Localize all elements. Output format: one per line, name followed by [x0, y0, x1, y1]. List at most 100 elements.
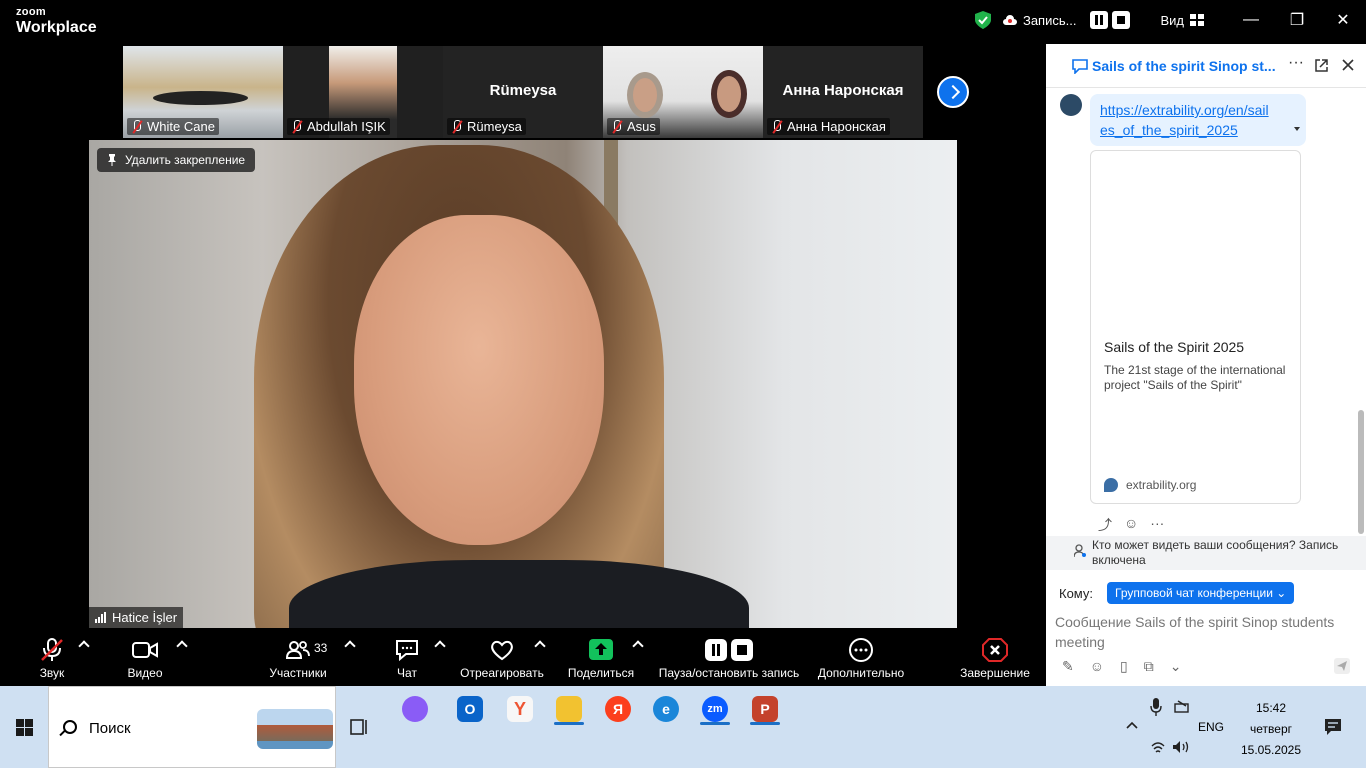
more-dots-icon: [849, 638, 873, 662]
muted-mic-icon: [451, 119, 463, 134]
speaker-name: Hatice İşler: [112, 610, 178, 625]
chat-title[interactable]: Sails of the spirit Sinop st...: [1092, 58, 1276, 74]
participant-big-name: Анна Наронская: [782, 82, 904, 99]
participant-strip: White Cane Abdullah IŞIK Rümeysa Rümeysa…: [123, 46, 923, 138]
chat-more-icon[interactable]: ···: [1288, 54, 1304, 72]
zoom-app-icon[interactable]: zm: [702, 696, 728, 722]
tray-expand-chevron-icon[interactable]: [1126, 721, 1138, 729]
yandex-icon[interactable]: Я: [605, 696, 631, 722]
more-actions-icon[interactable]: ···: [1150, 515, 1164, 535]
popout-icon[interactable]: [1314, 58, 1329, 73]
volume-icon[interactable]: [1172, 740, 1190, 754]
task-view-icon[interactable]: [350, 718, 370, 736]
encryption-shield-icon[interactable]: [974, 11, 991, 29]
powerpoint-icon[interactable]: P: [752, 696, 778, 722]
next-page-arrow-icon[interactable]: [937, 76, 969, 108]
recording-label: Запись...: [1022, 12, 1077, 28]
notifications-icon[interactable]: [1324, 718, 1342, 736]
grid-view-icon: [1190, 14, 1204, 26]
file-explorer-icon[interactable]: [556, 696, 582, 722]
chat-button[interactable]: Чат: [390, 628, 424, 686]
audio-options-caret-icon[interactable]: [78, 640, 90, 652]
pin-icon: [108, 154, 116, 166]
message-dropdown-icon[interactable]: [1294, 127, 1300, 131]
unpin-button[interactable]: Удалить закрепление: [97, 148, 256, 172]
video-options-caret-icon[interactable]: [176, 640, 188, 652]
participant-tile[interactable]: Анна Наронская Анна Наронская: [763, 46, 923, 138]
link-message[interactable]: https://extrability.org/en/sail es_of_th…: [1090, 94, 1306, 146]
stop-recording-button[interactable]: [1112, 11, 1131, 29]
view-menu-button[interactable]: Вид: [1160, 13, 1204, 28]
more-compose-caret-icon[interactable]: ⌄: [1170, 658, 1182, 675]
system-clock[interactable]: 15:42 четверг 15.05.2025: [1236, 698, 1306, 761]
chat-options-caret-icon[interactable]: [434, 640, 446, 652]
sender-avatar[interactable]: [1060, 94, 1082, 116]
participant-tile[interactable]: White Cane: [123, 46, 283, 138]
record-label: Пауза/остановить запись: [658, 666, 800, 680]
participant-tile[interactable]: Rümeysa Rümeysa: [443, 46, 603, 138]
participant-name-tag: Rümeysa: [447, 118, 526, 135]
muted-mic-icon: [611, 119, 623, 134]
site-logo-icon: [1104, 478, 1118, 492]
chat-scrollbar[interactable]: [1358, 410, 1364, 534]
end-meeting-button[interactable]: Завершение: [958, 628, 1032, 686]
language-indicator[interactable]: ENG: [1198, 720, 1224, 734]
windows-start-icon[interactable]: [16, 719, 33, 736]
participant-name-tag: Asus: [607, 118, 660, 135]
meeting-toolbar: Звук Видео Участники 33 Чат Отреагироват…: [0, 628, 1046, 686]
participants-options-caret-icon[interactable]: [344, 640, 356, 652]
alice-assistant-icon[interactable]: [402, 696, 428, 722]
pause-stop-recording-button[interactable]: Пауза/остановить запись: [656, 628, 802, 686]
search-icon: [63, 720, 77, 734]
participants-button[interactable]: Участники: [266, 628, 330, 686]
message-input[interactable]: Сообщение Sails of the spirit Sinop stud…: [1055, 612, 1360, 652]
maximize-button[interactable]: ❐: [1274, 0, 1320, 40]
file-icon[interactable]: ▯: [1120, 658, 1128, 675]
close-chat-icon[interactable]: [1342, 59, 1354, 71]
search-highlight-image: [257, 709, 333, 749]
powerpoint-running-indicator: [750, 722, 780, 725]
screenshot-icon[interactable]: ⧉: [1144, 658, 1154, 675]
clock-time: 15:42: [1255, 701, 1287, 715]
active-speaker-video[interactable]: [89, 140, 957, 628]
muted-mic-icon: [291, 119, 303, 134]
pause-recording-button[interactable]: [1090, 11, 1109, 29]
send-icon[interactable]: [1334, 658, 1350, 674]
participant-tile[interactable]: Asus: [603, 46, 763, 138]
video-button[interactable]: Видео: [125, 628, 165, 686]
microphone-tray-icon[interactable]: [1150, 698, 1162, 716]
recipient-selector[interactable]: Групповой чат конференции ⌄: [1107, 582, 1295, 604]
share-screen-button[interactable]: Поделиться: [566, 628, 636, 686]
recording-indicator[interactable]: Запись...: [1002, 12, 1077, 28]
add-reaction-icon[interactable]: ☺: [1124, 515, 1138, 535]
participant-tile[interactable]: Abdullah IŞIK: [283, 46, 443, 138]
audio-button[interactable]: Звук: [34, 628, 70, 686]
reply-icon[interactable]: ⤴: [1098, 515, 1112, 535]
more-label: Дополнительно: [817, 666, 905, 680]
video-label: Видео: [127, 666, 163, 680]
outlook-icon[interactable]: O: [457, 696, 483, 722]
chat-panel: Sails of the spirit Sinop st... ··· http…: [1046, 44, 1366, 686]
format-text-icon[interactable]: ✎: [1062, 658, 1074, 675]
preview-description: The 21st stage of the international proj…: [1104, 363, 1286, 392]
search-label: Поиск: [89, 720, 131, 737]
emoji-icon[interactable]: ☺: [1090, 658, 1104, 675]
link-preview-card[interactable]: Sails of the Spirit 2025 The 21st stage …: [1090, 150, 1301, 504]
person-info-icon: [1074, 544, 1086, 558]
taskbar-search[interactable]: Поиск: [48, 686, 336, 768]
visibility-notice[interactable]: Кто может видеть ваши сообщения? Запись …: [1046, 536, 1366, 570]
edge-icon[interactable]: e: [653, 696, 679, 722]
reactions-label: Отреагировать: [460, 666, 544, 680]
reactions-button[interactable]: Отреагировать: [460, 628, 544, 686]
minimize-button[interactable]: —: [1228, 0, 1274, 40]
message-link-line2[interactable]: es_of_the_spirit_2025: [1100, 122, 1238, 138]
close-window-button[interactable]: ✕: [1320, 0, 1366, 40]
wifi-icon[interactable]: [1150, 740, 1166, 754]
to-label: Кому:: [1059, 585, 1093, 601]
message-link-line1[interactable]: https://extrability.org/en/sail: [1100, 102, 1269, 118]
more-button[interactable]: Дополнительно: [815, 628, 907, 686]
participant-name: Abdullah IŞIK: [307, 119, 386, 134]
speaker-shirt: [289, 560, 749, 628]
yandex-browser-icon[interactable]: Y: [507, 696, 533, 722]
battery-plug-icon[interactable]: [1174, 700, 1190, 714]
